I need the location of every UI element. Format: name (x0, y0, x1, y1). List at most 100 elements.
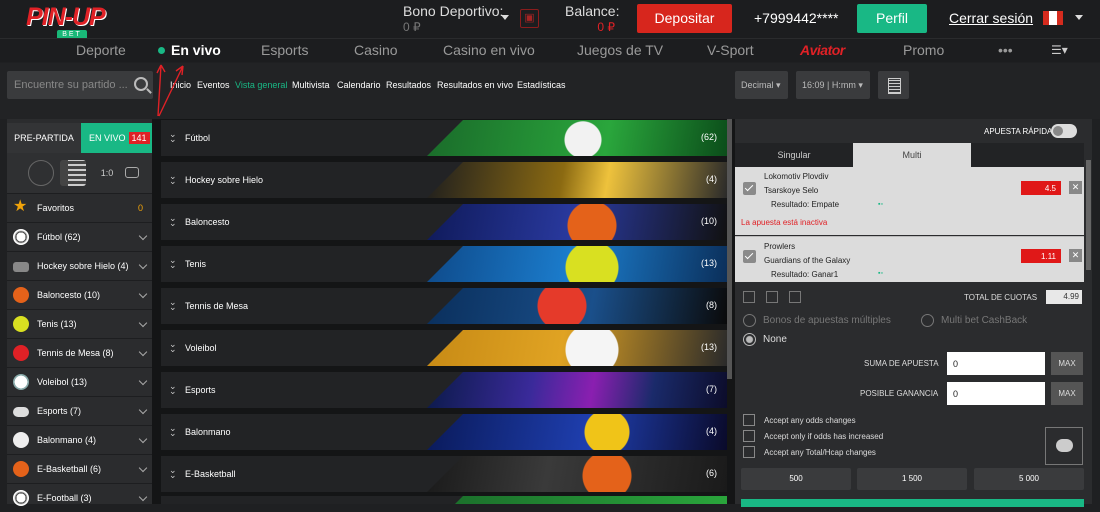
bet-odd: 1.11 (1021, 249, 1061, 263)
link-estadisticas[interactable]: Estadísticas (517, 80, 566, 90)
checkbox-accept-any-odds[interactable] (743, 414, 755, 426)
bet-slip: APUESTA RÁPIDA Singular Multi Lokomotiv … (735, 119, 1092, 507)
sidebar-item-favoritos[interactable]: ★ Favoritos 0 (7, 193, 152, 222)
radio-none[interactable] (743, 333, 756, 346)
link-vista-general[interactable]: Vista general (235, 80, 287, 90)
nav-casino[interactable]: Casino (354, 42, 398, 58)
sidebar-item-tenis-mesa[interactable]: Tennis de Mesa (8) (7, 338, 152, 367)
accept-total-label: Accept any Total/Hcap changes (764, 448, 876, 457)
bonus-label: Bono Deportivo: (403, 3, 504, 19)
list-view-icon[interactable] (60, 160, 86, 186)
checkbox-accept-total[interactable] (743, 446, 755, 458)
deposit-button[interactable]: Depositar (637, 4, 732, 33)
tab-multi[interactable]: Multi (853, 143, 971, 167)
sport-row-hockey[interactable]: ⌄ ⌄ Hockey sobre Hielo (4) (161, 162, 727, 198)
nav-juegos-tv[interactable]: Juegos de TV (577, 42, 663, 58)
settings-menu-icon[interactable]: ☰▾ (1051, 43, 1068, 57)
sidebar-item-e-basketball[interactable]: E-Basketball (6) (7, 454, 152, 483)
more-icon[interactable]: ••• (998, 42, 1013, 58)
globe-icon[interactable] (28, 160, 54, 186)
copy-icon[interactable] (766, 291, 778, 303)
link-resultados[interactable]: Resultados (386, 80, 431, 90)
link-calendario[interactable]: Calendario (337, 80, 381, 90)
nav-casino-en-vivo[interactable]: Casino en vivo (443, 42, 535, 58)
link-resultados-en-vivo[interactable]: Resultados en vivo (437, 80, 513, 90)
bet-checkbox[interactable] (743, 250, 756, 263)
sidebar-item-voleibol[interactable]: Voleibol (13) (7, 367, 152, 396)
stats-icon[interactable]: ▪▫ (878, 201, 883, 208)
chat-icon[interactable] (1045, 427, 1083, 465)
profile-button[interactable]: Perfil (857, 4, 927, 33)
stats-icon[interactable]: ▪▫ (878, 270, 883, 277)
nav-esports[interactable]: Esports (261, 42, 308, 58)
sidebar-item-esports[interactable]: Esports (7) (7, 396, 152, 425)
quick-bet-toggle[interactable] (1051, 124, 1077, 138)
max-stake-button[interactable]: MAX (1051, 352, 1083, 375)
max-gain-button[interactable]: MAX (1051, 382, 1083, 405)
scrollbar[interactable] (727, 119, 732, 379)
bet-checkbox[interactable] (743, 182, 756, 195)
chevron-down-icon[interactable] (1075, 15, 1083, 20)
sidebar-item-hockey[interactable]: Hockey sobre Hielo (4) (7, 251, 152, 280)
quick-amount-1500[interactable]: 1 500 (857, 468, 967, 490)
slip-scrollbar[interactable] (1086, 160, 1091, 270)
scoreboard-icon[interactable]: 1:0 (94, 160, 120, 186)
calculator-icon[interactable] (878, 71, 909, 99)
nav-en-vivo[interactable]: En vivo (171, 42, 221, 58)
nav-deporte[interactable]: Deporte (76, 42, 126, 58)
sport-row-e-basketball[interactable]: ⌄ ⌄ E-Basketball (6) (161, 456, 727, 492)
monitor-icon[interactable] (125, 167, 139, 178)
chevron-down-icon (138, 347, 148, 357)
sport-row-futbol[interactable]: ⌄ ⌄ Fútbol (62) (161, 120, 727, 156)
sidebar-item-baloncesto[interactable]: Baloncesto (10) (7, 280, 152, 309)
sport-row-tenis[interactable]: ⌄ ⌄ Tenis (13) (161, 246, 727, 282)
tab-en-vivo[interactable]: EN VIVO 141 (81, 123, 152, 153)
sport-row-tenis-mesa[interactable]: ⌄ ⌄ Tennis de Mesa (8) (161, 288, 727, 324)
search-icon[interactable] (134, 77, 148, 91)
sidebar-item-label: Tennis de Mesa (8) (37, 348, 114, 358)
sport-banner (427, 288, 727, 324)
link-multivista[interactable]: Multivista (292, 80, 330, 90)
tab-singular[interactable]: Singular (735, 143, 853, 167)
sport-row-balonmano[interactable]: ⌄ ⌄ Balonmano (4) (161, 414, 727, 450)
quick-amount-5000[interactable]: 5 000 (974, 468, 1084, 490)
tab-pre-partida[interactable]: PRE-PARTIDA (7, 123, 81, 153)
sidebar-item-balonmano[interactable]: Balonmano (4) (7, 425, 152, 454)
sport-row-esports[interactable]: ⌄ ⌄ Esports (7) (161, 372, 727, 408)
place-bet-button[interactable] (741, 499, 1084, 507)
logout-link[interactable]: Cerrar sesión (949, 10, 1033, 26)
sport-row-voleibol[interactable]: ⌄ ⌄ Voleibol (13) (161, 330, 727, 366)
nav-promo[interactable]: Promo (903, 42, 944, 58)
bonus-display[interactable]: Bono Deportivo: 0 ₽ (403, 3, 503, 34)
nav-aviator[interactable]: Aviator (800, 42, 845, 58)
time-format-select[interactable]: 16:09 | H:mm ▾ (796, 71, 870, 99)
link-eventos[interactable]: Eventos (197, 80, 230, 90)
sidebar-item-tenis[interactable]: Tenis (13) (7, 309, 152, 338)
odds-format-select[interactable]: Decimal ▾ (735, 71, 788, 99)
chevron-down-icon[interactable] (501, 15, 509, 20)
delete-icon[interactable] (789, 291, 801, 303)
checkbox-accept-increased[interactable] (743, 430, 755, 442)
gift-icon[interactable]: ▣ (520, 9, 539, 28)
sport-name: Balonmano (185, 427, 231, 437)
search-input[interactable]: Encuentre su partido ... (7, 71, 153, 99)
radio-cashback[interactable] (921, 314, 934, 327)
sidebar-item-label: Baloncesto (10) (37, 290, 101, 300)
chevron-down-icon (138, 318, 148, 328)
radio-multi-bonus[interactable] (743, 314, 756, 327)
stake-input[interactable]: 0 (947, 352, 1045, 375)
sidebar-item-label: Esports (7) (37, 406, 82, 416)
flag-icon[interactable] (1043, 11, 1063, 25)
table-tennis-icon (13, 345, 29, 361)
sport-row-baloncesto[interactable]: ⌄ ⌄ Baloncesto (10) (161, 204, 727, 240)
close-icon[interactable]: ✕ (1069, 249, 1082, 262)
close-icon[interactable]: ✕ (1069, 181, 1082, 194)
sport-name: Hockey sobre Hielo (185, 175, 264, 185)
logo[interactable]: PIN-UP BET (26, 3, 118, 40)
sidebar-item-futbol[interactable]: Fútbol (62) (7, 222, 152, 251)
sport-banner (427, 162, 727, 198)
sidebar-item-e-football[interactable]: E-Football (3) (7, 483, 152, 512)
select-all-icon[interactable] (743, 291, 755, 303)
quick-amount-500[interactable]: 500 (741, 468, 851, 490)
nav-v-sport[interactable]: V-Sport (707, 42, 754, 58)
